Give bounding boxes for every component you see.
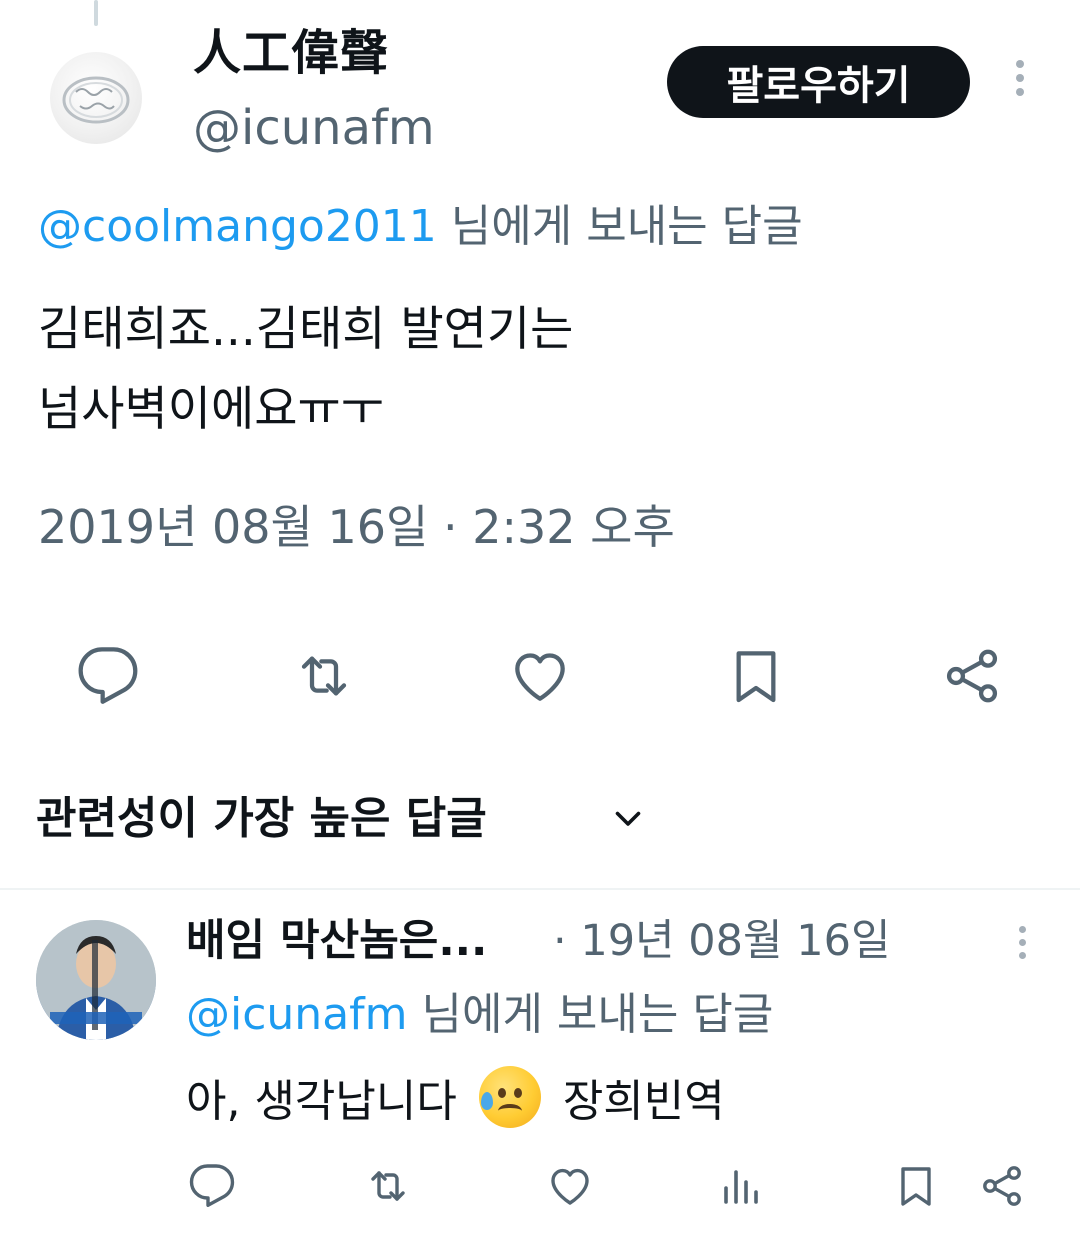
reply-text: 아, 생각납니다 장희빈역 (186, 1066, 725, 1135)
follow-button[interactable]: 팔로우하기 (667, 46, 970, 118)
ring-avatar-image (62, 76, 130, 124)
timestamp[interactable]: 2019년 08월 16일 · 2:32 오후 (38, 496, 675, 558)
more-options-icon[interactable] (1012, 926, 1032, 968)
share-icon[interactable] (978, 1162, 1026, 1210)
thread-line (94, 0, 98, 26)
chevron-down-icon[interactable] (610, 800, 646, 836)
reply-date[interactable]: · 19년 08월 16일 (553, 910, 891, 972)
divider (0, 888, 1080, 890)
like-icon[interactable] (508, 644, 572, 708)
retweet-icon[interactable] (364, 1162, 412, 1210)
avatar[interactable] (50, 52, 142, 144)
reply-sort-dropdown[interactable]: 관련성이 가장 높은 답글 (36, 788, 487, 850)
reply-context: @icunafm 님에게 보내는 답글 (186, 984, 773, 1046)
retweet-icon[interactable] (292, 644, 356, 708)
bookmark-icon[interactable] (892, 1162, 940, 1210)
sad-relieved-face-emoji (478, 1066, 541, 1128)
reply-icon[interactable] (76, 644, 140, 708)
mention-link[interactable]: @coolmango2011 (38, 201, 437, 252)
reply-context-suffix: 님에게 보내는 답글 (436, 201, 803, 252)
person-avatar-image (36, 920, 156, 1040)
like-icon[interactable] (546, 1162, 594, 1210)
mention-link[interactable]: @icunafm (186, 989, 408, 1040)
tweet-text-line: 넘사벽이에요ㅠㅜ (38, 382, 384, 437)
reply-icon[interactable] (188, 1162, 236, 1210)
avatar[interactable] (36, 920, 156, 1040)
tweet-text: 김태희죠...김태희 발연기는 넘사벽이에요ㅠㅜ (38, 290, 1038, 450)
reply-display-name[interactable]: 배임 막산놈은... (186, 910, 487, 972)
reply-text-part: 장희빈역 (548, 1076, 725, 1127)
reply-text-part: 아, 생각납니다 (186, 1076, 471, 1127)
share-icon[interactable] (940, 644, 1004, 708)
more-options-icon[interactable] (1007, 60, 1033, 104)
display-name[interactable]: 人工偉聲 (193, 22, 389, 84)
tweet-text-line: 김태희죠...김태희 발연기는 (38, 302, 574, 357)
views-icon[interactable] (716, 1162, 764, 1210)
reply-context: @coolmango2011 님에게 보내는 답글 (38, 196, 803, 258)
bookmark-icon[interactable] (724, 644, 788, 708)
reply-context-suffix: 님에게 보내는 답글 (407, 989, 774, 1040)
user-handle[interactable]: @icunafm (193, 98, 435, 158)
